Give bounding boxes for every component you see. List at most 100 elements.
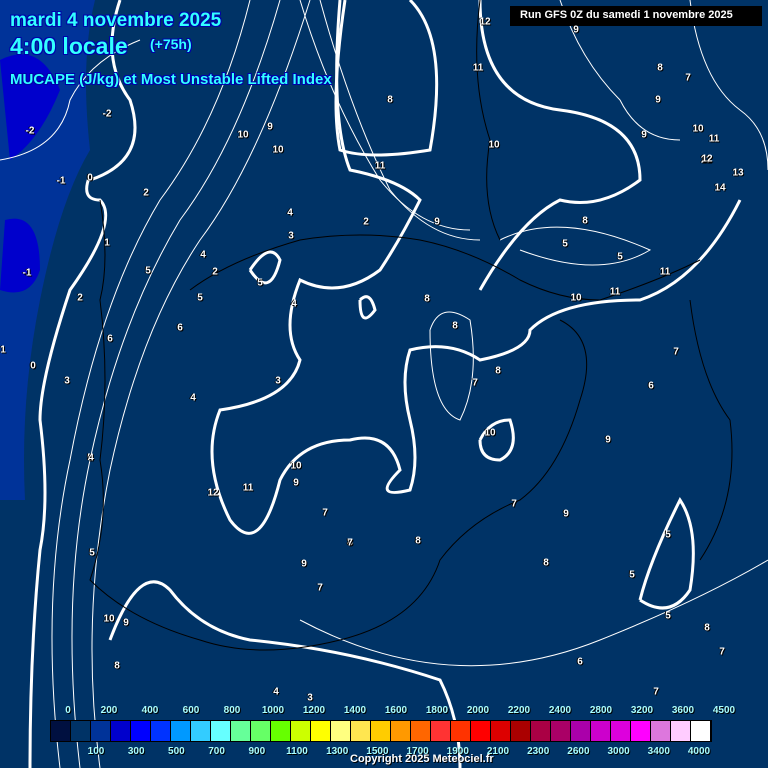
lifted-index-label: -2: [102, 108, 112, 120]
lifted-index-label: 12: [701, 153, 713, 165]
lifted-index-label: 3: [307, 692, 313, 704]
colorbar-tick-top: 1400: [343, 705, 367, 716]
lifted-index-label: -1: [22, 267, 32, 279]
colorbar-swatch: [111, 721, 131, 741]
colorbar-swatch: [391, 721, 411, 741]
colorbar-tick-top: 4500: [712, 705, 736, 716]
lifted-index-label: 7: [322, 507, 328, 519]
colorbar-swatch: [431, 721, 451, 741]
lifted-index-label: 8: [704, 622, 710, 634]
colorbar-swatch: [691, 721, 711, 741]
lifted-index-label: 8: [657, 62, 663, 74]
lifted-index-label: 7: [317, 582, 323, 594]
colorbar-tick-bottom: 2300: [527, 746, 550, 757]
lifted-index-label: 1: [104, 237, 110, 249]
colorbar-swatch: [311, 721, 331, 741]
li-contour: [299, 0, 471, 231]
colorbar: [50, 720, 712, 742]
lifted-index-label: 2: [363, 216, 369, 228]
lifted-index-label: 5: [89, 547, 95, 559]
forecast-time: 4:00 locale: [10, 33, 128, 59]
colorbar-tick-top: 1600: [384, 705, 408, 716]
lifted-index-label: 8: [114, 660, 120, 672]
lifted-index-label: 1: [0, 344, 6, 356]
lifted-index-label: 8: [452, 320, 458, 332]
lifted-index-label: 6: [648, 380, 654, 392]
lifted-index-label: 3: [288, 230, 294, 242]
lifted-index-label: 7: [347, 537, 353, 549]
colorbar-swatch: [231, 721, 251, 741]
lifted-index-label: 5: [665, 610, 671, 622]
colorbar-tick-top: 400: [141, 705, 159, 716]
lifted-index-label: 4: [200, 249, 206, 261]
lifted-index-label: 10: [570, 292, 582, 304]
colorbar-tick-bottom: 900: [248, 746, 266, 757]
lifted-index-label: 10: [692, 123, 704, 135]
lifted-index-label: 4: [88, 452, 94, 464]
colorbar-swatch: [331, 721, 351, 741]
lifted-index-label: 10: [103, 613, 115, 625]
lifted-index-label: 5: [197, 292, 203, 304]
colorbar-swatch: [91, 721, 111, 741]
forecast-lead-time: (+75h): [150, 36, 192, 52]
lifted-index-label: 11: [374, 160, 386, 172]
lifted-index-label: 9: [267, 121, 273, 133]
lifted-index-label: 4: [291, 298, 297, 310]
forecast-date: mardi 4 novembre 2025: [10, 10, 222, 31]
lifted-index-label: 7: [673, 346, 679, 358]
colorbar-tick-top: 2000: [466, 705, 490, 716]
li-contour: [319, 0, 481, 241]
colorbar-tick-bottom: 1300: [326, 746, 349, 757]
lifted-index-label: 0: [30, 360, 36, 372]
colorbar-tick-top: 200: [100, 705, 118, 716]
lifted-index-label: 9: [641, 129, 647, 141]
lifted-index-label: 10: [484, 427, 496, 439]
colorbar-swatch: [591, 721, 611, 741]
lifted-index-label: 7: [685, 72, 691, 84]
lifted-index-label: 4: [190, 392, 196, 404]
lifted-index-label: 13: [732, 167, 744, 179]
border: [689, 299, 733, 561]
li-contour-bold: [478, 418, 515, 462]
colorbar-tick-top: 1800: [425, 705, 449, 716]
lifted-index-label: 5: [629, 569, 635, 581]
colorbar-tick-bottom: 2600: [567, 746, 590, 757]
colorbar-swatch: [451, 721, 471, 741]
lifted-index-label: 8: [424, 293, 430, 305]
colorbar-swatch: [531, 721, 551, 741]
lifted-index-label: 9: [573, 24, 579, 36]
colorbar-tick-bottom: 300: [127, 746, 145, 757]
lifted-index-label: 8: [582, 215, 588, 227]
lifted-index-label: 14: [714, 182, 726, 194]
lifted-index-label: 9: [123, 617, 129, 629]
lifted-index-label: 9: [605, 434, 611, 446]
lifted-index-label: 6: [107, 333, 113, 345]
li-contour: [299, 559, 768, 667]
colorbar-swatch: [471, 721, 491, 741]
colorbar-swatch: [511, 721, 531, 741]
colorbar-swatch: [551, 721, 571, 741]
colorbar-tick-top: 0: [65, 705, 71, 716]
colorbar-swatch: [671, 721, 691, 741]
lifted-index-label: 10: [290, 460, 302, 472]
lifted-index-label: 11: [708, 133, 720, 145]
colorbar-swatch: [131, 721, 151, 741]
lifted-index-label: 3: [275, 375, 281, 387]
border: [189, 234, 701, 301]
colorbar-swatch: [71, 721, 91, 741]
colorbar-swatch: [171, 721, 191, 741]
lifted-index-label: 10: [272, 144, 284, 156]
lifted-index-label: 9: [434, 216, 440, 228]
lifted-index-label: 12: [207, 487, 219, 499]
lifted-index-label: 11: [609, 286, 621, 298]
colorbar-tick-bottom: 1100: [286, 746, 308, 757]
lifted-index-label: 8: [387, 94, 393, 106]
lifted-index-label: 8: [415, 535, 421, 547]
colorbar-swatch: [411, 721, 431, 741]
li-contour-bold: [358, 295, 377, 320]
li-contour: [499, 226, 652, 266]
lifted-index-label: 5: [562, 238, 568, 250]
colorbar-tick-bottom: 100: [87, 746, 105, 757]
colorbar-swatch: [51, 721, 71, 741]
colorbar-tick-top: 2400: [548, 705, 572, 716]
